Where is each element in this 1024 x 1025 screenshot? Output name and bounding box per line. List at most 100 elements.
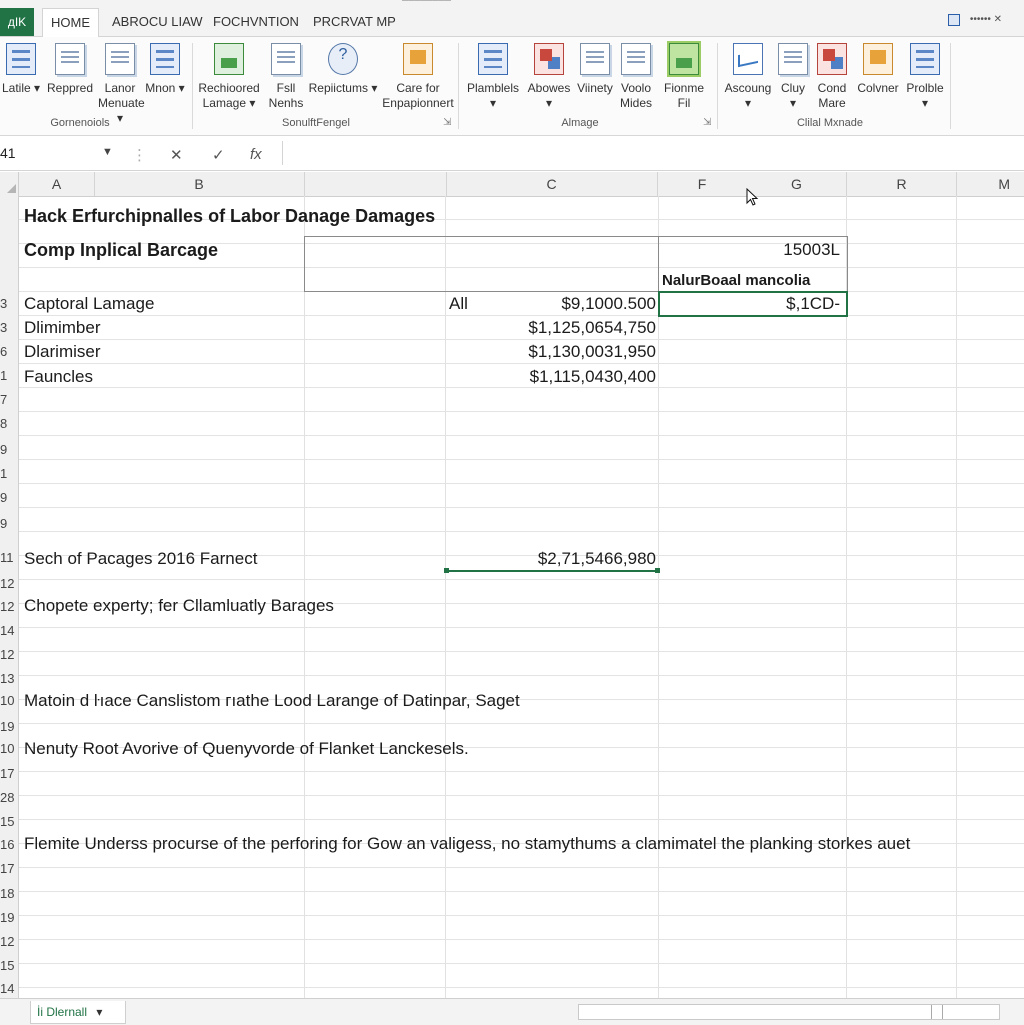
row-label[interactable]: Dlarimiser: [24, 342, 101, 362]
row-header[interactable]: 15: [0, 814, 18, 830]
row-header[interactable]: 3: [0, 320, 18, 336]
tab-home[interactable]: HOME: [42, 8, 99, 38]
abowes-button[interactable]: Abowes ▾: [526, 43, 572, 111]
row-amount[interactable]: $1,125,0654,750: [440, 318, 656, 338]
row-header[interactable]: 14: [0, 981, 18, 997]
sheet-title[interactable]: Hack Erfurchipnalles of Labor Danage Dam…: [24, 206, 435, 227]
colvner-button[interactable]: Colvner: [852, 43, 904, 96]
g-header-value[interactable]: 15003L: [700, 240, 840, 260]
row-header[interactable]: 14: [0, 623, 18, 639]
tab-file[interactable]: дIK: [0, 8, 34, 36]
row-header[interactable]: 10: [0, 693, 18, 709]
fill-nenhs-button[interactable]: Fѕll Nenhs: [264, 43, 308, 111]
plamblels-button[interactable]: Plamblels ▾: [464, 43, 522, 111]
row-header[interactable]: 9: [0, 516, 18, 532]
prolble-button[interactable]: Prolble ▾: [904, 43, 946, 111]
latile-button[interactable]: Latile ▾: [0, 43, 42, 96]
account-name[interactable]: •••••• ✕: [970, 14, 1002, 25]
column-header-a[interactable]: A: [19, 172, 95, 196]
row-header[interactable]: 12: [0, 647, 18, 663]
care-for-button[interactable]: Care for Enpapionnert: [382, 43, 454, 111]
fionme-fil-label: Fionme Fil: [663, 81, 704, 110]
rechioored-lamage-button[interactable]: Rechioored Lamage ▾: [196, 43, 262, 111]
row-header[interactable]: 17: [0, 766, 18, 782]
horizontal-scrollbar[interactable]: [578, 1004, 1000, 1020]
row-header[interactable]: 10: [0, 741, 18, 757]
row-amount[interactable]: $1,130,0031,950: [440, 342, 656, 362]
row-header[interactable]: 16: [0, 837, 18, 853]
row-header[interactable]: 17: [0, 861, 18, 877]
repiictums-button[interactable]: Repiictums ▾: [306, 43, 380, 96]
column-header-f[interactable]: F: [658, 172, 746, 196]
row-header[interactable]: 13: [0, 671, 18, 687]
row-label[interactable]: Captoral Lamage: [24, 294, 154, 314]
scrollbar-thumb[interactable]: [931, 1005, 943, 1019]
row-mid-value[interactable]: All: [449, 294, 468, 314]
tab-abrocu-liaw[interactable]: ABROCU LIAW: [104, 8, 211, 36]
select-all-corner[interactable]: [0, 172, 19, 196]
row-header[interactable]: 19: [0, 910, 18, 926]
row-amount[interactable]: $9,1000.500: [470, 294, 656, 314]
name-box[interactable]: 41: [0, 141, 118, 165]
total-label[interactable]: Sech of Pacages 2016 Farnect: [24, 549, 257, 569]
repiictums-label: Repiictums: [308, 81, 368, 95]
dialog-launcher-icon[interactable]: ⇲: [703, 117, 711, 128]
row-header[interactable]: 28: [0, 790, 18, 806]
row-label[interactable]: Fauncles: [24, 367, 93, 387]
column-header-m[interactable]: M: [957, 172, 1024, 196]
row-header[interactable]: 6: [0, 344, 18, 360]
row-g-value[interactable]: $,1CD-: [700, 294, 840, 314]
tab-prcrvat-mp[interactable]: PRCRVAT MP: [305, 8, 404, 36]
page-icon: [580, 43, 610, 75]
enter-icon[interactable]: ✓: [212, 146, 225, 164]
row-header[interactable]: 3: [0, 296, 18, 312]
tab-fochvntion[interactable]: FOCHVNTION: [205, 8, 307, 36]
chevron-down-icon[interactable]: ▼: [102, 146, 113, 158]
cluy-label: Cluy: [780, 81, 805, 95]
row-header[interactable]: 12: [0, 576, 18, 592]
ascoung-button[interactable]: Ascoung ▾: [722, 43, 774, 111]
sheet-tab[interactable]: İі Dlernall ▾: [30, 1001, 126, 1024]
sheet-subtitle[interactable]: Comp Inplical Barcage: [24, 240, 218, 261]
viinety-button[interactable]: Viinety: [575, 43, 615, 96]
row-header[interactable]: 18: [0, 886, 18, 902]
account-icon[interactable]: [948, 14, 960, 26]
row-label[interactable]: Dlimimber: [24, 318, 101, 338]
row-header[interactable]: 15: [0, 958, 18, 974]
row-header[interactable]: 12: [0, 934, 18, 950]
row-header[interactable]: 12: [0, 599, 18, 615]
column-header-b[interactable]: B: [95, 172, 303, 196]
g-header-label[interactable]: NalurBoaal mancolia: [662, 272, 810, 289]
cancel-icon[interactable]: ✕: [170, 146, 183, 164]
column-header-g[interactable]: G: [747, 172, 847, 196]
row-header[interactable]: 19: [0, 719, 18, 735]
column-header-unlabeled[interactable]: [304, 172, 447, 196]
formula-input[interactable]: [282, 141, 1023, 165]
mnon-button[interactable]: Mnon ▾: [143, 43, 187, 96]
note-line[interactable]: Nenuty Root Avorive of Quenyvorde of Fla…: [24, 739, 469, 759]
cluy-button[interactable]: Cluy ▾: [776, 43, 810, 111]
row-header[interactable]: 1: [0, 466, 18, 482]
note-line[interactable]: Flemite Underss procurse of the perforin…: [24, 834, 910, 854]
insert-function-icon[interactable]: fx: [250, 146, 262, 163]
voolo-mides-button[interactable]: Voolo Mides: [616, 43, 656, 111]
chevron-down-icon[interactable]: ▾: [96, 1005, 102, 1019]
row-header[interactable]: 7: [0, 392, 18, 408]
note-line[interactable]: Matoin d ŀıace Canslistom гıathe Lood La…: [24, 691, 520, 711]
reppred-button[interactable]: Reppred: [44, 43, 96, 96]
lanor-menuate-button[interactable]: Lanor Menuate ▾: [98, 43, 145, 126]
dialog-launcher-icon[interactable]: ⇲: [443, 117, 451, 128]
row-header[interactable]: 9: [0, 490, 18, 506]
row-header[interactable]: 11: [0, 550, 18, 566]
fill-nenhs-label: Fѕll Nenhs: [268, 81, 304, 110]
fionme-fil-button[interactable]: Fionme Fil: [660, 41, 708, 111]
row-header[interactable]: 8: [0, 416, 18, 432]
row-amount[interactable]: $1,115,0430,400: [440, 367, 656, 387]
cond-mare-button[interactable]: Cond Mare: [812, 43, 852, 111]
column-header-c[interactable]: C: [446, 172, 658, 196]
column-header-r[interactable]: R: [847, 172, 957, 196]
total-amount[interactable]: $2,71,5466,980: [440, 549, 656, 569]
note-line[interactable]: Chopete experty; fer Cllamluatly Barages: [24, 596, 334, 616]
row-header[interactable]: 1: [0, 368, 18, 384]
row-header[interactable]: 9: [0, 442, 18, 458]
